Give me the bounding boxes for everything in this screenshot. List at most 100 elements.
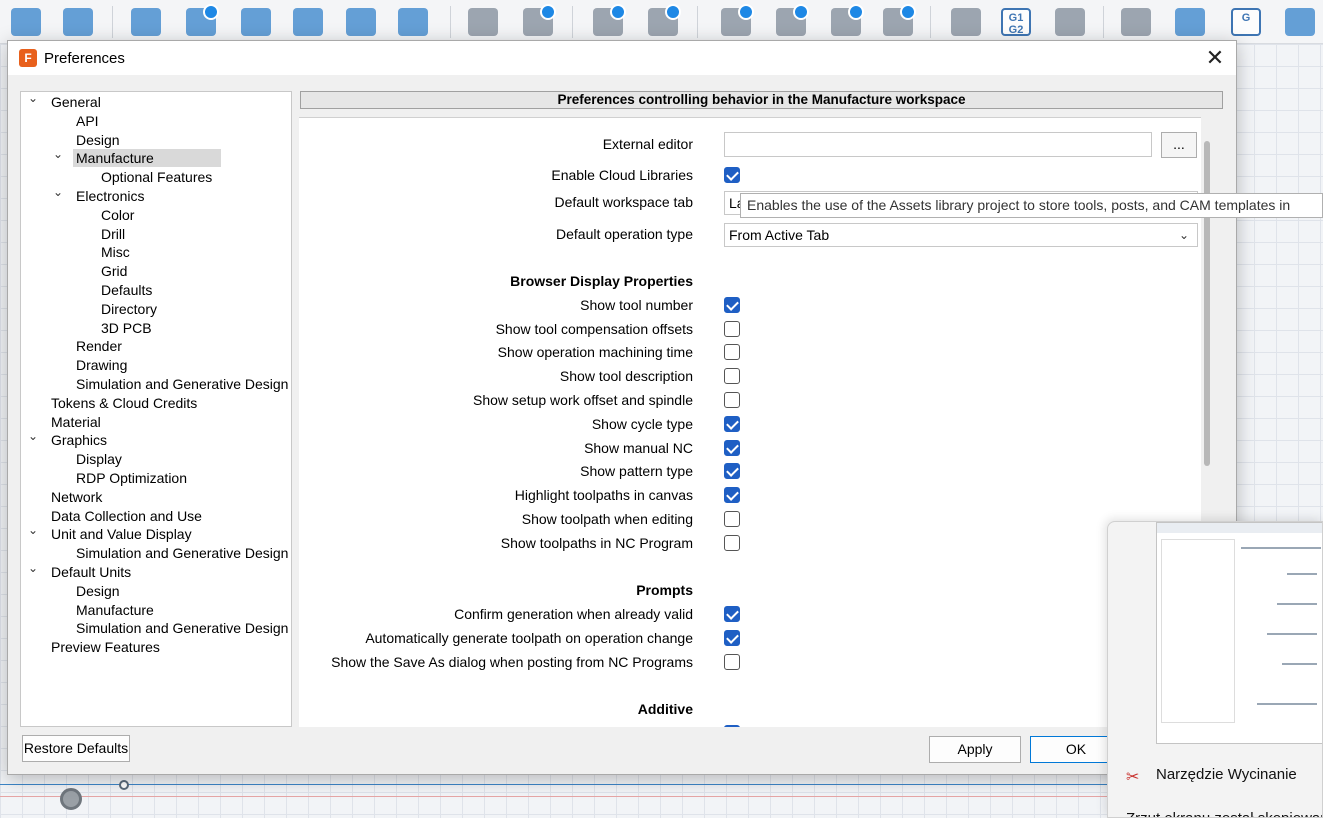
tree-item[interactable]: Manufacture <box>73 601 158 619</box>
chevron-down-icon[interactable]: ⌄ <box>26 92 40 107</box>
option-checkbox[interactable] <box>724 392 740 408</box>
slot-icon[interactable] <box>290 4 326 40</box>
tree-item[interactable]: 3D PCB <box>98 319 156 337</box>
restore-defaults-button[interactable]: Restore Defaults <box>22 735 130 762</box>
tree-item[interactable]: ⌄ Manufacture <box>53 147 221 168</box>
tree-item[interactable]: ⌄ Graphics <box>28 429 111 449</box>
chevron-down-icon[interactable]: ⌄ <box>26 521 40 539</box>
option-checkbox[interactable] <box>724 653 740 670</box>
tree-item[interactable]: Material <box>48 413 105 431</box>
tree-item[interactable]: Misc <box>98 243 134 261</box>
option-label: Show tool description <box>559 368 693 385</box>
tree-item-label: Network <box>51 488 103 505</box>
tree-item[interactable]: Display <box>73 450 126 468</box>
option-checkbox[interactable] <box>724 439 740 456</box>
g1g2-icon[interactable]: G1 G2 <box>998 4 1034 40</box>
cutting-remove-icon[interactable] <box>773 4 809 40</box>
post-process-icon[interactable]: G <box>1228 4 1264 40</box>
probe-icon[interactable] <box>828 4 864 40</box>
option-checkbox[interactable] <box>724 320 740 337</box>
snipping-tool-notification[interactable]: ✂ Narzędzie Wycinanie Zrzut ekranu zosta… <box>1107 521 1323 818</box>
canvas-origin-icon[interactable] <box>60 788 82 810</box>
machine-icon[interactable] <box>1118 4 1154 40</box>
tree-item-label: Directory <box>101 300 158 317</box>
2d-contour-icon[interactable] <box>238 4 274 40</box>
tree-item[interactable]: ⌄ General <box>28 92 105 111</box>
dialog-title: Preferences <box>44 49 125 67</box>
thread-icon[interactable] <box>395 4 431 40</box>
tool-library-icon[interactable] <box>948 4 984 40</box>
option-checkbox[interactable] <box>724 463 740 480</box>
tree-item[interactable]: Simulation and Generative Design <box>73 375 291 393</box>
app-toolbar-ribbon: G1 G2 G <box>0 0 1323 44</box>
tree-item[interactable]: Design <box>73 131 124 149</box>
tree-item[interactable]: Render <box>73 337 126 355</box>
apply-button[interactable]: Apply <box>929 736 1021 763</box>
tree-item-label: Simulation and Generative Design <box>76 376 289 392</box>
face-icon[interactable] <box>128 4 164 40</box>
tree-item[interactable]: Simulation and Generative Design <box>73 544 291 562</box>
drill-add-icon[interactable] <box>520 4 556 40</box>
2d-adaptive-icon[interactable] <box>183 4 219 40</box>
tree-item[interactable]: ⌄ Electronics <box>53 185 148 205</box>
turning-icon[interactable] <box>590 4 626 40</box>
pattern-icon[interactable] <box>880 4 916 40</box>
option-checkbox[interactable] <box>724 630 740 646</box>
browse-button[interactable]: ... <box>1161 132 1197 158</box>
chevron-down-icon[interactable]: ⌄ <box>51 145 65 163</box>
option-checkbox[interactable] <box>724 511 740 527</box>
tree-item[interactable]: Grid <box>98 262 131 280</box>
setup-sheet-icon[interactable] <box>1282 4 1318 40</box>
external-editor-label: External editor <box>602 136 693 152</box>
tree-item[interactable]: Drawing <box>73 356 131 374</box>
tree-item-label: Optional Features <box>101 169 213 186</box>
tree-item[interactable]: ⌄ Default Units <box>28 561 135 581</box>
tree-item-label: Grid <box>101 263 128 280</box>
tree-item[interactable]: Defaults <box>98 281 156 299</box>
dialog-titlebar[interactable]: F Preferences ✕ <box>8 41 1236 75</box>
tree-item[interactable]: Data Collection and Use <box>48 507 206 525</box>
canvas-point[interactable] <box>119 780 129 790</box>
option-checkbox[interactable] <box>724 487 740 504</box>
tree-item[interactable]: Simulation and Generative Design <box>73 619 291 637</box>
operation-type-select[interactable]: From Active Tab ⌄ <box>724 223 1198 247</box>
panel-scrollbar[interactable] <box>1204 141 1210 466</box>
external-editor-input[interactable] <box>724 132 1152 157</box>
drill-icon[interactable] <box>465 4 501 40</box>
option-checkbox[interactable] <box>724 415 740 432</box>
option-checkbox[interactable] <box>724 606 740 623</box>
tree-item[interactable]: RDP Optimization <box>73 469 191 487</box>
chevron-down-icon[interactable]: ⌄ <box>26 559 40 577</box>
plane-icon[interactable] <box>60 4 96 40</box>
cutting-icon[interactable] <box>718 4 754 40</box>
tree-item-label: Unit and Value Display <box>51 526 192 543</box>
option-checkbox[interactable] <box>724 368 740 385</box>
tree-item[interactable]: ⌄ Unit and Value Display <box>28 523 196 543</box>
tree-item[interactable]: Network <box>48 488 106 506</box>
screenshot-thumbnail[interactable] <box>1156 522 1322 744</box>
tree-item-label: General <box>51 94 101 110</box>
chevron-down-icon[interactable]: ⌄ <box>51 183 65 201</box>
cloud-libraries-checkbox[interactable] <box>724 167 740 183</box>
option-checkbox[interactable] <box>724 534 740 551</box>
nc-program-icon[interactable] <box>1052 4 1088 40</box>
option-checkbox[interactable] <box>724 296 740 313</box>
sketch-plane-icon[interactable] <box>8 4 44 40</box>
tree-item[interactable]: API <box>73 112 103 130</box>
tree-item[interactable]: Optional Features <box>98 168 216 186</box>
bore-icon[interactable] <box>343 4 379 40</box>
preferences-dialog: F Preferences ✕ ⌄ General API Design ⌄ Manufa… <box>7 40 1237 775</box>
chevron-down-icon[interactable]: ⌄ <box>26 427 40 445</box>
tree-item[interactable]: Directory <box>98 300 161 318</box>
tree-item[interactable]: Tokens & Cloud Credits <box>48 394 201 412</box>
tree-item[interactable]: Design <box>73 582 124 600</box>
option-checkbox[interactable] <box>724 725 740 727</box>
turning-profile-icon[interactable] <box>645 4 681 40</box>
tree-item-label: Manufacture <box>76 150 154 167</box>
tree-item[interactable]: Drill <box>98 225 129 243</box>
tree-item[interactable]: Preview Features <box>48 638 164 656</box>
tree-item[interactable]: Color <box>98 206 138 224</box>
option-checkbox[interactable] <box>724 344 740 361</box>
machine-sim-icon[interactable] <box>1172 4 1208 40</box>
close-button[interactable]: ✕ <box>1202 45 1228 71</box>
